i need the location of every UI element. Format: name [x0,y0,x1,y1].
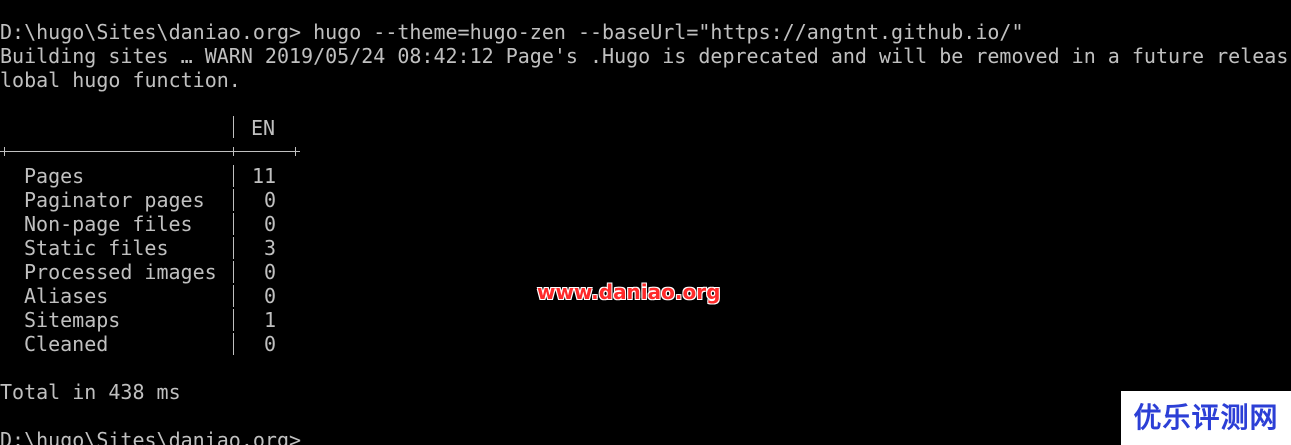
table-column-separator [233,213,234,235]
command-line: D:\hugo\Sites\daniao.org> hugo --theme=h… [0,20,1024,44]
row-value: 11 [252,164,277,188]
row-label: Non-page files [24,212,193,236]
row-label: Pages [24,164,85,188]
warn-line-continued: lobal hugo function. [0,68,241,92]
table-rule-right [238,151,291,152]
table-column-separator [233,309,234,331]
watermark-logo-text: 优乐评测网 [1133,401,1279,434]
row-value: 0 [264,188,277,212]
prompt-line[interactable]: D:\hugo\Sites\daniao.org> [0,428,301,445]
table-column-header: EN [251,116,276,140]
row-value: 0 [264,284,277,308]
row-value: 0 [264,260,277,284]
row-label: Sitemaps [24,308,121,332]
row-value: 1 [264,308,277,332]
row-label: Static files [24,236,169,260]
warn-line: Building sites … WARN 2019/05/24 08:42:1… [0,44,1289,68]
table-column-separator [233,237,234,259]
total-time-line: Total in 438 ms [0,380,181,404]
row-label: Aliases [24,284,109,308]
table-column-separator [233,261,234,283]
table-column-separator [233,116,234,138]
row-label: Processed images [24,260,217,284]
table-column-separator [233,333,234,355]
table-column-separator [233,189,234,211]
table-rule-left [9,151,229,152]
row-value: 0 [264,332,277,356]
table-corner-middle [229,147,238,156]
table-corner-left [0,147,9,156]
table-column-separator [233,165,234,187]
table-corner-right [291,147,300,156]
row-value: 3 [264,236,277,260]
row-label: Cleaned [24,332,109,356]
watermark-url: www.daniao.org [537,280,721,304]
row-value: 0 [264,212,277,236]
table-column-separator [233,285,234,307]
row-label: Paginator pages [24,188,205,212]
watermark-logo: 优乐评测网 [1121,391,1291,445]
terminal-window[interactable]: D:\hugo\Sites\daniao.org> hugo --theme=h… [0,0,1291,445]
